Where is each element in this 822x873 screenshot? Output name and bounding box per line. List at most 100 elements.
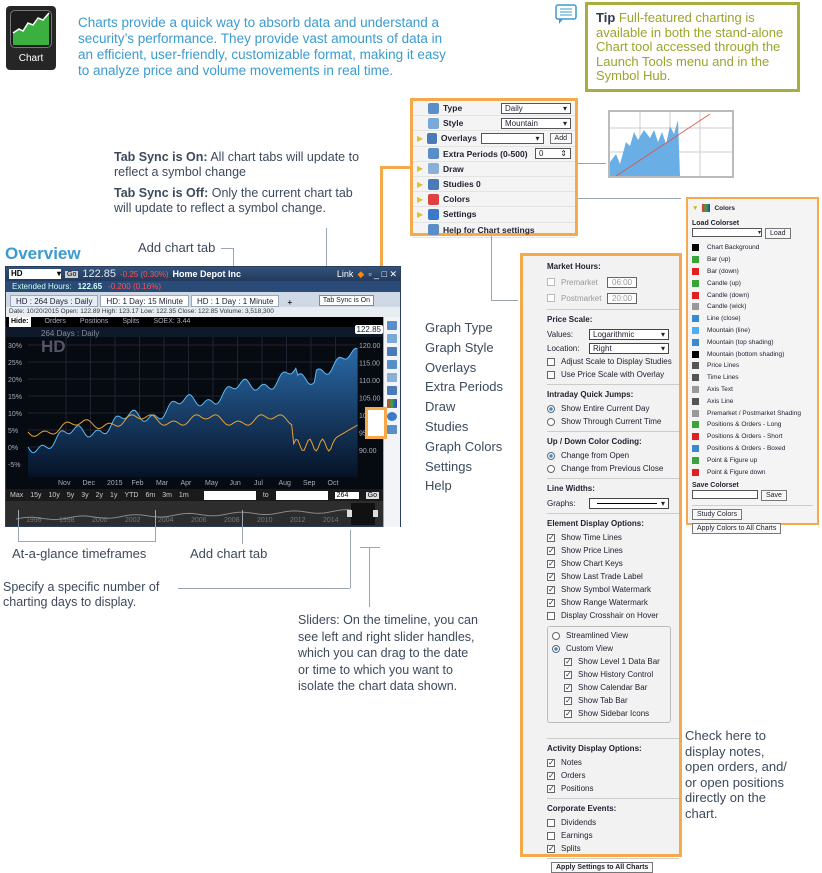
checkbox[interactable] — [547, 370, 555, 379]
adjust-scale-option[interactable]: Adjust Scale to Display Studies — [547, 355, 679, 368]
color-item[interactable]: Axis Text — [692, 384, 813, 396]
line-width-select[interactable]: ▾ — [589, 497, 669, 509]
checkbox[interactable]: ✓ — [547, 598, 555, 607]
postmarket-time-input[interactable]: 20:00 — [607, 292, 638, 304]
timeframe-button[interactable]: 6m — [145, 492, 155, 499]
menu-row-overlays[interactable]: ▶ Overlays ▾ Add — [413, 131, 575, 147]
history-timeline[interactable]: 1996 1998 2000 2002 2004 2006 2008 2010 2012 2014 — [6, 501, 383, 526]
checkbox[interactable]: ✓ — [564, 657, 572, 666]
radio-button[interactable] — [547, 464, 555, 473]
checkbox[interactable]: ✓ — [547, 758, 555, 767]
color-swatch[interactable] — [692, 338, 699, 346]
color-item[interactable]: Positions & Orders - Short — [692, 431, 813, 443]
checkbox[interactable]: ✓ — [547, 546, 555, 555]
location-select[interactable]: Right ▾ — [589, 342, 669, 354]
activity-option[interactable]: ✓ Orders — [547, 769, 679, 782]
element-option[interactable]: ✓ Show Last Trade Label — [547, 570, 679, 583]
menu-row-type[interactable]: Type Daily ▾ — [413, 101, 575, 117]
checkbox[interactable]: ✓ — [564, 683, 572, 692]
color-swatch[interactable] — [692, 350, 699, 358]
change-from-open-option[interactable]: Change from Open — [547, 449, 679, 462]
color-item[interactable]: Bar (up) — [692, 254, 813, 266]
color-item[interactable]: Point & Figure down — [692, 466, 813, 478]
use-price-scale-option[interactable]: Use Price Scale with Overlay — [547, 368, 679, 381]
custom-view-item[interactable]: ✓ Show Calendar Bar — [552, 681, 666, 694]
checkbox[interactable] — [547, 357, 555, 366]
checkbox[interactable]: ✓ — [547, 585, 555, 594]
expand-arrow-icon[interactable]: ▶ — [417, 180, 424, 189]
hide-orders[interactable]: Orders — [45, 317, 66, 327]
left-slider-handle[interactable] — [347, 510, 352, 517]
checkbox[interactable]: ✓ — [547, 559, 555, 568]
collapse-arrow-icon[interactable]: ▼ — [692, 205, 698, 212]
load-button[interactable]: Load — [765, 228, 791, 239]
color-item[interactable]: Candle (down) — [692, 289, 813, 301]
timeline-selection[interactable] — [351, 503, 375, 525]
days-input[interactable]: 264 — [334, 491, 359, 499]
graph-colors-icon[interactable] — [387, 399, 397, 408]
radio-button[interactable] — [547, 404, 555, 413]
apply-colors-button[interactable]: Apply Colors to All Charts — [692, 522, 782, 534]
custom-view-item[interactable]: ✓ Show Sidebar Icons — [552, 707, 666, 720]
custom-view-option[interactable]: Custom View — [552, 642, 666, 655]
checkbox[interactable]: ✓ — [547, 784, 555, 793]
custom-view-item[interactable]: ✓ Show History Control — [552, 668, 666, 681]
radio-button[interactable] — [552, 631, 560, 640]
study-colors-button[interactable]: Study Colors — [692, 508, 743, 520]
extra-periods-icon[interactable] — [387, 360, 397, 369]
color-item[interactable]: Time Lines — [692, 372, 813, 384]
checkbox[interactable] — [547, 294, 555, 302]
color-item[interactable]: Point & Figure up — [692, 454, 813, 466]
colors-header[interactable]: ▼ Colors — [692, 202, 813, 214]
color-item[interactable]: Candle (wick) — [692, 301, 813, 313]
chart-app-icon[interactable]: Chart — [6, 6, 56, 70]
menu-row-select[interactable]: 0 ⇕ — [535, 148, 571, 160]
change-from-prev-option[interactable]: Change from Previous Close — [547, 462, 679, 475]
colorset-name-input[interactable] — [692, 489, 758, 499]
premarket-time-input[interactable]: 06:00 — [607, 276, 638, 288]
element-option[interactable]: ✓ Show Symbol Watermark — [547, 583, 679, 596]
color-swatch[interactable] — [692, 421, 699, 429]
checkbox[interactable]: ✓ — [564, 696, 572, 705]
start-date-input[interactable] — [203, 490, 256, 500]
color-swatch[interactable] — [692, 256, 699, 264]
colorset-select[interactable]: ▾ — [692, 228, 762, 237]
studies-icon[interactable] — [387, 386, 397, 395]
element-option[interactable]: Display Crosshair on Hover — [547, 609, 679, 622]
menu-row-help[interactable]: Help for Chart settings — [413, 223, 575, 238]
checkbox[interactable] — [547, 278, 555, 286]
settings-gear-icon[interactable] — [387, 412, 397, 421]
color-swatch[interactable] — [692, 279, 699, 287]
checkbox[interactable] — [547, 611, 555, 620]
checkbox[interactable] — [547, 818, 555, 827]
color-swatch[interactable] — [692, 468, 699, 476]
timeframe-button[interactable]: 5y — [67, 492, 74, 499]
color-item[interactable]: Bar (down) — [692, 266, 813, 278]
timeframe-button[interactable]: 3y — [81, 492, 88, 499]
color-item[interactable]: Positions & Orders - Long — [692, 419, 813, 431]
color-swatch[interactable] — [692, 303, 699, 311]
menu-row-style[interactable]: Style Mountain ▾ — [413, 116, 575, 132]
color-item[interactable]: Positions & Orders - Boxed — [692, 443, 813, 455]
color-swatch[interactable] — [692, 444, 699, 452]
color-item[interactable]: Mountain (bottom shading) — [692, 348, 813, 360]
checkbox[interactable]: ✓ — [547, 533, 555, 542]
apply-settings-button[interactable]: Apply Settings to All Charts — [551, 862, 654, 873]
hide-splits[interactable]: Splits — [122, 317, 139, 327]
element-option[interactable]: ✓ Show Time Lines — [547, 531, 679, 544]
checkbox[interactable]: ✓ — [547, 771, 555, 780]
radio-button[interactable] — [547, 451, 555, 460]
color-swatch[interactable] — [692, 385, 699, 393]
expand-arrow-icon[interactable]: ▶ — [417, 210, 424, 219]
draw-icon[interactable] — [387, 373, 397, 382]
color-item[interactable]: Candle (up) — [692, 277, 813, 289]
color-item[interactable]: Axis Line — [692, 395, 813, 407]
price-chart[interactable]: 30% 25% 20% 15% 10% 5% 0% -5% 120.00 115.00 110.00… — [6, 325, 383, 489]
menu-row-studies[interactable]: ▶ Studies 0 — [413, 177, 575, 193]
overlays-icon[interactable] — [387, 347, 397, 356]
corporate-option[interactable]: ✓ Splits — [547, 842, 679, 855]
color-swatch[interactable] — [692, 433, 699, 441]
color-item[interactable]: Line (close) — [692, 313, 813, 325]
color-item[interactable]: Price Lines — [692, 360, 813, 372]
add-tab-button[interactable]: + — [281, 298, 298, 307]
